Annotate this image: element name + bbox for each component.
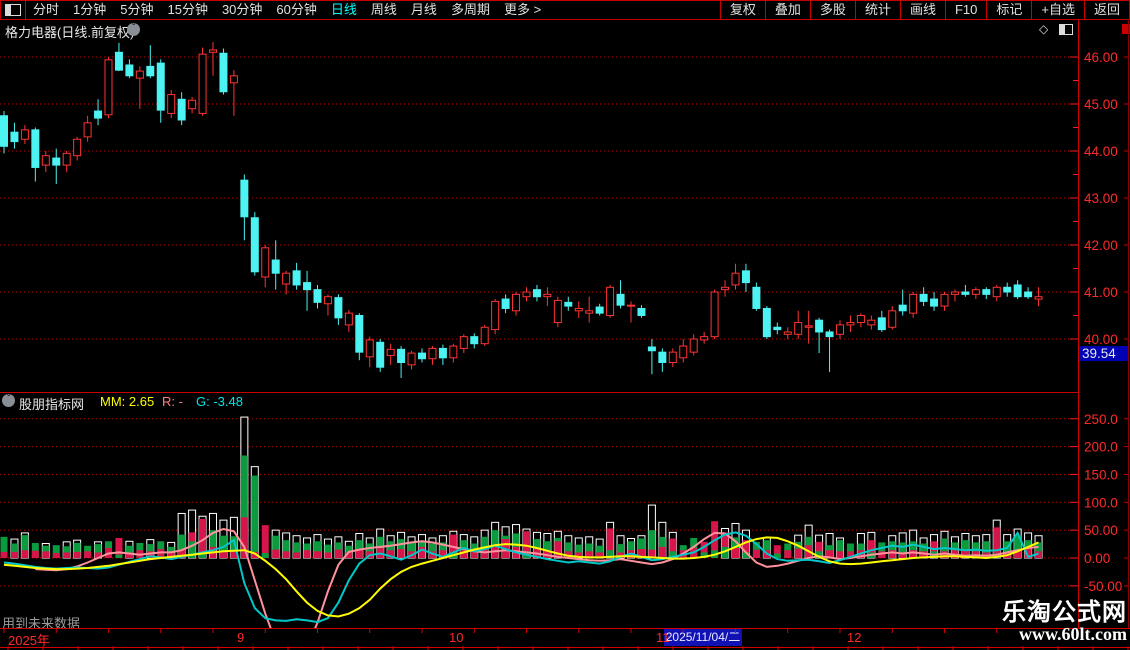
candlestick-chart: 46.00 45.00 44.00 43.00 42.00 41.00 40.0039.54	[0, 41, 1129, 379]
toolbar-item-period-4[interactable]: 30分钟	[215, 1, 269, 19]
toolbar-item-tool-0[interactable]: 复权	[719, 1, 765, 19]
indicator-r-value: R: -	[162, 394, 183, 409]
toolbar-item-tool-8[interactable]: 返回	[1083, 1, 1129, 19]
svg-text:0.00: 0.00	[1084, 551, 1110, 566]
svg-text:250.0: 250.0	[1084, 412, 1118, 427]
layout-split-icon[interactable]	[5, 4, 21, 16]
toolbar-item-period-2[interactable]: 5分钟	[113, 1, 160, 19]
toolbar-item-tool-1[interactable]: 叠加	[764, 1, 810, 19]
toolbar-item-period-7[interactable]: 周线	[364, 1, 404, 19]
bottom-scroll-stub[interactable]	[0, 646, 1130, 650]
timeline-month-12: 12	[847, 630, 862, 645]
toolbar-item-tool-4[interactable]: 画线	[899, 1, 945, 19]
toolbar-item-tool-3[interactable]: 统计	[854, 1, 900, 19]
pane-divider[interactable]	[0, 392, 1078, 393]
svg-text:44.00: 44.00	[1084, 144, 1118, 159]
svg-text:43.00: 43.00	[1084, 191, 1118, 206]
toolbar-item-tool-5[interactable]: F10	[944, 1, 986, 19]
indicator-bars	[0, 416, 1043, 559]
indicator-grid: 250.0 200.0 150.0 100.0 50.00 0.00 -50.00	[0, 412, 1129, 594]
indicator-g-value: G: -3.48	[196, 394, 243, 409]
svg-text:50.00: 50.00	[1084, 523, 1118, 538]
tools-menu: 复权 叠加 多股 统计 画线 F10 标记 +自选 返回	[719, 1, 1129, 19]
price-axis-line	[1078, 19, 1079, 646]
toolbar-item-period-10[interactable]: 更多 >	[497, 1, 548, 19]
diamond-icon[interactable]: ◇	[1039, 22, 1048, 36]
indicator-mm-value: MM: 2.65	[100, 394, 155, 409]
watermark-site-name: 乐淘公式网	[1002, 599, 1127, 626]
toolbar-item-period-5[interactable]: 60分钟	[269, 1, 323, 19]
right-edge-ruler[interactable]	[1128, 19, 1129, 646]
svg-text:200.0: 200.0	[1084, 440, 1118, 455]
indicator-chart: 250.0 200.0 150.0 100.0 50.00 0.00 -50.00	[0, 412, 1129, 628]
pane-split-icon[interactable]	[1059, 24, 1073, 35]
svg-text:42.00: 42.00	[1084, 238, 1118, 253]
toolbar-item-period-1[interactable]: 1分钟	[66, 1, 113, 19]
watermark-url: www.60lt.com	[1019, 624, 1127, 645]
period-toolbar: 分时 1分钟 5分钟 15分钟 30分钟 60分钟 日线 周线 月线 多周期 更多 > 复权 叠加 多股…	[0, 0, 1130, 20]
timeline-month-11: 11	[656, 630, 670, 645]
last-price-badge: 39.54	[1079, 346, 1128, 362]
timeline-month-10: 10	[449, 630, 464, 645]
trading-terminal: 分时 1分钟 5分钟 15分钟 30分钟 60分钟 日线 周线 月线 多周期 更多 > 复权 叠加 多股…	[0, 0, 1130, 650]
toolbar-item-period-6[interactable]: 日线	[324, 1, 364, 19]
toolbar-item-period-3[interactable]: 15分钟	[160, 1, 214, 19]
svg-text:41.00: 41.00	[1084, 285, 1118, 300]
timeline-month-9: 9	[237, 630, 245, 645]
toolbar-item-tool-2[interactable]: 多股	[809, 1, 855, 19]
toolbar-item-tool-6[interactable]: 标记	[986, 1, 1031, 19]
toolbar-item-period-8[interactable]: 月线	[404, 1, 444, 19]
chart-titlebar: 格力电器(日线.前复权) ˇ ◇	[0, 20, 1078, 40]
toolbar-item-period-0[interactable]: 分时	[26, 1, 66, 19]
svg-text:39.54: 39.54	[1082, 346, 1116, 361]
period-menu: 分时 1分钟 5分钟 15分钟 30分钟 60分钟 日线 周线 月线 多周期 更多 >	[25, 1, 548, 19]
toolbar-item-period-9[interactable]: 多周期	[444, 1, 497, 19]
timeline-ticks	[3, 629, 998, 633]
chevron-down-icon[interactable]: ˇ	[2, 394, 15, 407]
svg-text:-50.00: -50.00	[1084, 579, 1122, 594]
svg-text:46.00: 46.00	[1084, 50, 1118, 65]
toolbar-item-tool-7[interactable]: +自选	[1031, 1, 1084, 19]
chevron-down-icon[interactable]: ˇ	[127, 23, 140, 36]
svg-text:100.0: 100.0	[1084, 495, 1118, 510]
svg-text:45.00: 45.00	[1084, 97, 1118, 112]
svg-text:150.0: 150.0	[1084, 467, 1118, 482]
timeline-axis[interactable]: 2025年 2025/11/04/二 9 10 11 12	[0, 628, 1130, 648]
watermark: 乐淘公式网 www.60lt.com	[1002, 600, 1127, 644]
candles	[0, 41, 1043, 379]
svg-text:40.00: 40.00	[1084, 332, 1118, 347]
